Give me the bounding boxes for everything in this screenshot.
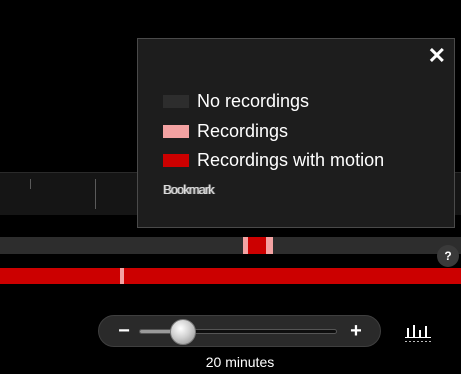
legend-label: Recordings with motion: [197, 149, 385, 170]
zoom-control: − +: [98, 315, 381, 347]
legend-item-no-recordings: No recordings: [163, 91, 309, 111]
legend-swatch-no-recordings: [163, 94, 189, 108]
legend-item-bookmark: Bookmark: [163, 179, 215, 199]
help-icon: ?: [444, 249, 452, 263]
legend-swatch-recordings: [163, 124, 189, 138]
zoom-in-button[interactable]: +: [345, 317, 367, 345]
close-button[interactable]: ✕: [428, 43, 446, 69]
legend-item-motion: Recordings with motion: [163, 150, 384, 170]
legend-swatch-motion: [163, 153, 189, 167]
timeline-settings-button[interactable]: [404, 322, 434, 346]
ruler-tick: [30, 179, 31, 189]
playback-timeline-view: ? ✕ No recordings Recordings Recordings …: [0, 0, 461, 374]
help-button[interactable]: ?: [437, 245, 459, 267]
minus-icon: −: [118, 320, 130, 342]
legend-item-recordings: Recordings: [163, 121, 288, 141]
playhead-marker[interactable]: [120, 268, 124, 284]
motion-segment[interactable]: [248, 237, 266, 254]
plus-icon: +: [350, 320, 362, 342]
ruler-tick: [95, 179, 96, 209]
zoom-out-button[interactable]: −: [113, 317, 135, 345]
legend-popup: ✕ No recordings Recordings Recordings wi…: [137, 38, 455, 228]
timeline-settings-icon: [405, 325, 431, 342]
close-icon: ✕: [427, 43, 446, 68]
zoom-slider-thumb[interactable]: [170, 319, 197, 345]
zoom-level-label: 20 minutes: [205, 354, 275, 370]
motion-track[interactable]: [0, 268, 461, 284]
recording-track[interactable]: [0, 237, 461, 254]
legend-label-scrambled: Bookmark: [163, 181, 215, 197]
legend-label: No recordings: [197, 90, 310, 111]
legend-label: Recordings: [197, 120, 289, 141]
recording-segment[interactable]: [266, 237, 273, 254]
zoom-slider[interactable]: [139, 319, 337, 345]
